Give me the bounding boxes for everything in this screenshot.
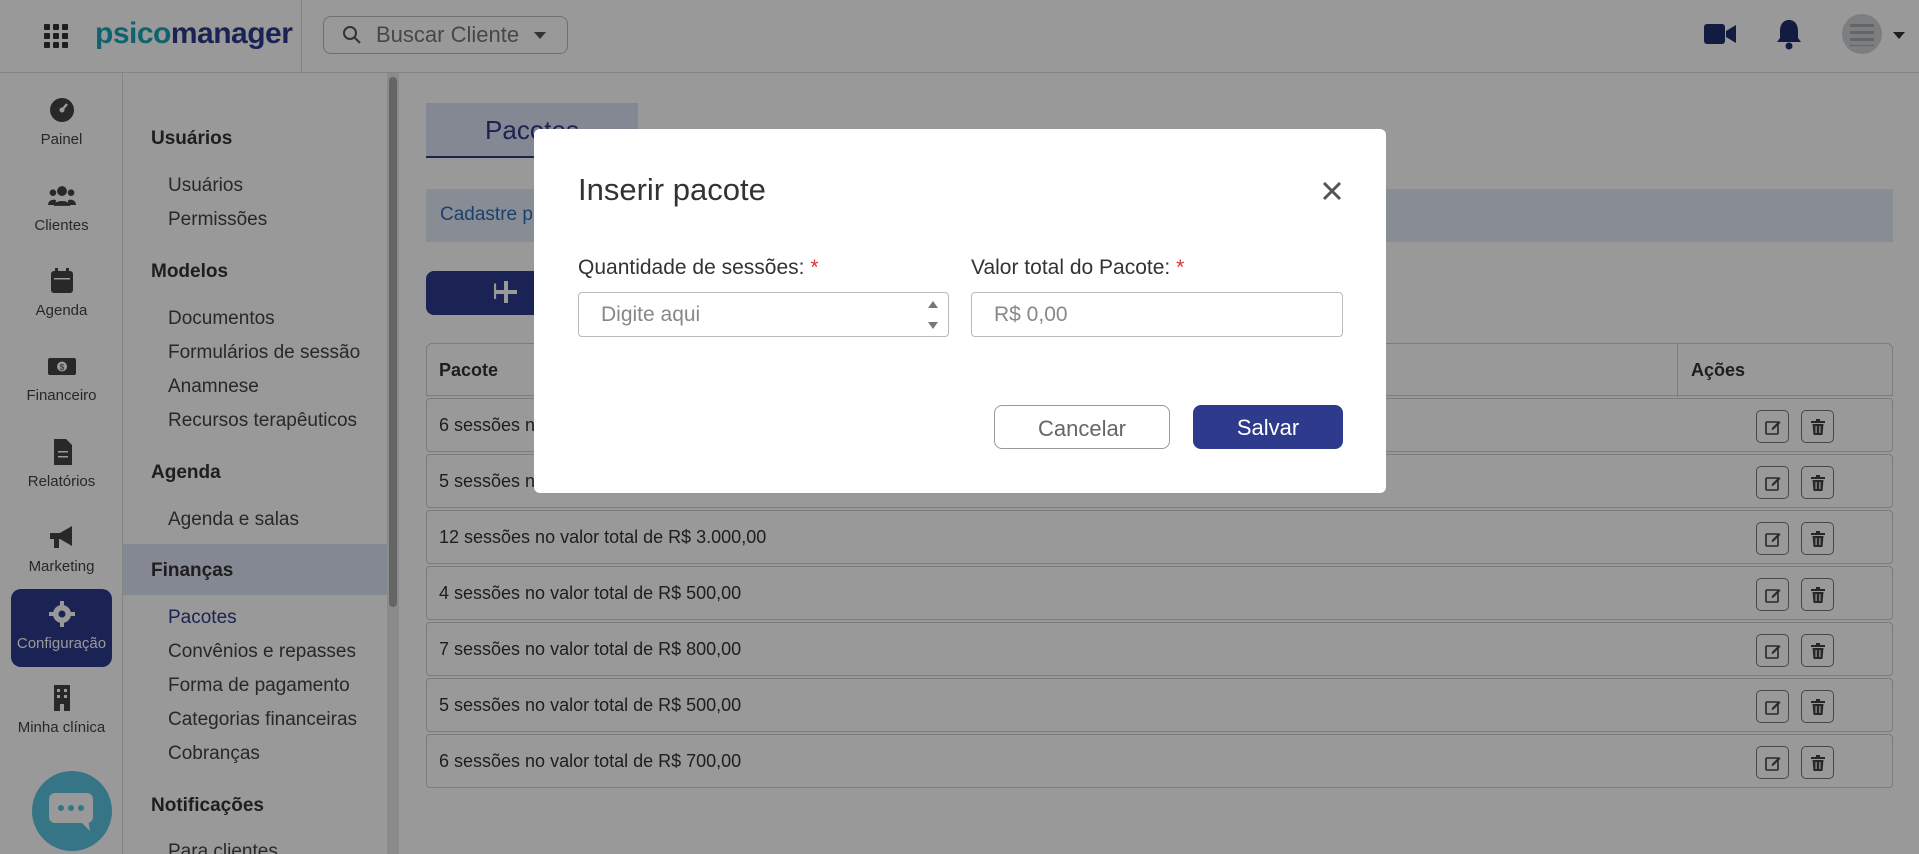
required-mark: *: [810, 256, 819, 279]
qty-label-text: Quantidade de sessões:: [578, 256, 811, 279]
qty-placeholder: Digite aqui: [601, 303, 701, 326]
required-mark: *: [1176, 256, 1185, 279]
valor-placeholder: R$ 0,00: [994, 303, 1068, 326]
insert-package-dialog: Inserir pacote Quantidade de sessões: * …: [534, 129, 1386, 493]
valor-label-text: Valor total do Pacote:: [971, 256, 1177, 279]
total-value-input[interactable]: R$ 0,00: [971, 292, 1343, 337]
close-icon[interactable]: [1320, 179, 1344, 203]
qty-sessions-label: Quantidade de sessões: *: [578, 256, 819, 280]
cancel-button[interactable]: Cancelar: [994, 405, 1170, 449]
stepper-up-icon[interactable]: [928, 301, 938, 308]
qty-sessions-input[interactable]: Digite aqui: [578, 292, 949, 337]
total-value-label: Valor total do Pacote: *: [971, 256, 1184, 280]
dialog-title: Inserir pacote: [578, 172, 766, 207]
number-stepper[interactable]: [928, 301, 938, 329]
stepper-down-icon[interactable]: [928, 322, 938, 329]
save-button[interactable]: Salvar: [1193, 405, 1343, 449]
